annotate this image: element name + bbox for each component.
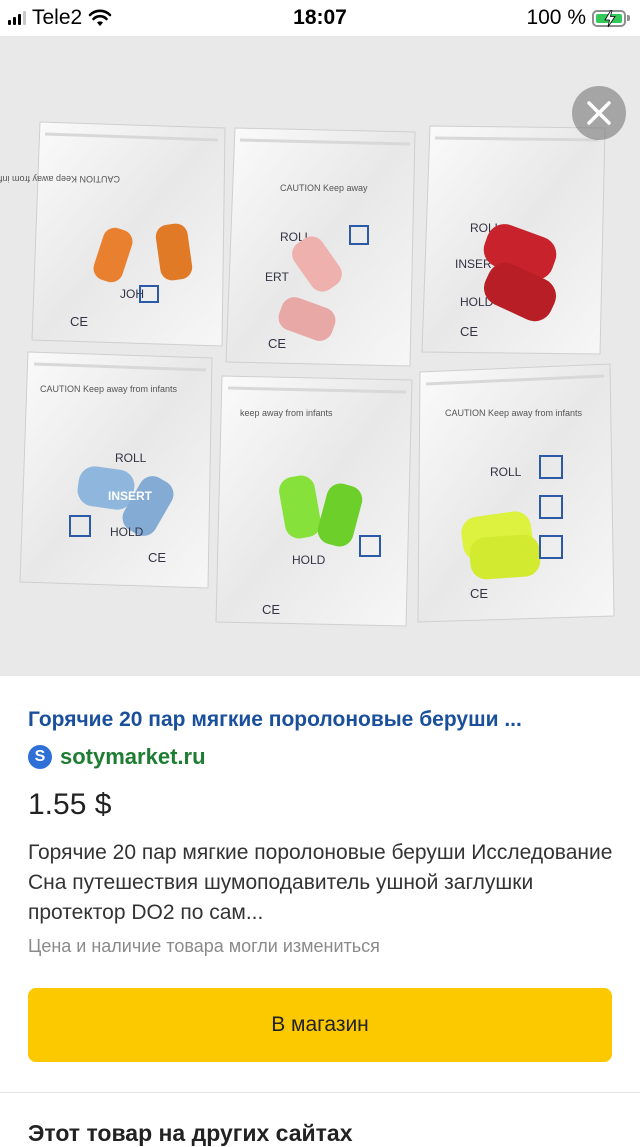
product-description: Горячие 20 пар мягкие поролоновые беруши… [28,841,613,924]
svg-text:CAUTION Keep away: CAUTION Keep away [280,183,368,193]
svg-text:HOLD: HOLD [110,525,144,539]
product-price: 1.55 $ [28,788,112,821]
battery-icon [592,9,626,27]
svg-text:keep away from infants: keep away from infants [240,408,333,418]
svg-text:CE: CE [262,602,280,617]
close-icon [587,101,611,125]
earplug-packets-photo: CAUTION Keep away from infants JOH CE CA… [0,36,640,676]
earplug-packet-pink: CAUTION Keep away ROLL ERT CE [225,127,416,367]
svg-text:CE: CE [148,550,166,565]
earplug-packet-blue: CAUTION Keep away from infants ROLL INSE… [19,351,213,589]
svg-text:CE: CE [268,336,286,351]
svg-text:CAUTION Keep away from infants: CAUTION Keep away from infants [0,174,120,184]
svg-text:INSERT: INSERT [108,489,153,503]
earplug-packet-red: ROLL INSERT HOLD CE [421,125,606,355]
sotymarket-logo-icon: S [28,745,52,769]
charging-bolt-icon [604,9,616,27]
svg-text:ERT: ERT [265,270,289,284]
svg-text:CE: CE [70,314,88,329]
earplug-packet-green: keep away from infants HOLD CE [215,375,413,627]
svg-text:ROLL: ROLL [115,451,147,465]
svg-text:ROLL: ROLL [490,465,522,479]
status-bar: Tele2 18:07 100 % [0,0,640,36]
svg-text:CE: CE [470,586,488,601]
other-sites-heading: Этот товар на других сайтах [28,1120,353,1146]
divider [0,1092,640,1093]
product-title-link[interactable]: Горячие 20 пар мягкие поролоновые беруши… [28,708,618,732]
status-right: 100 % [526,6,630,30]
svg-text:CAUTION Keep away from infants: CAUTION Keep away from infants [445,408,583,418]
battery-tip [627,15,630,21]
go-to-shop-button[interactable]: В магазин [28,988,612,1062]
product-image[interactable]: CAUTION Keep away from infants JOH CE CA… [0,36,640,676]
source-link[interactable]: S sotymarket.ru [28,744,206,770]
availability-note: Цена и наличие товара могли измениться [28,936,380,956]
earplug-packet-yellow: CAUTION Keep away from infants ROLL CE [417,363,615,623]
svg-text:CAUTION Keep away from infants: CAUTION Keep away from infants [40,384,178,394]
svg-text:CE: CE [460,324,478,339]
source-name: sotymarket.ru [60,744,206,769]
svg-text:HOLD: HOLD [292,553,326,567]
battery-percent: 100 % [526,6,586,29]
close-button[interactable] [572,86,626,140]
